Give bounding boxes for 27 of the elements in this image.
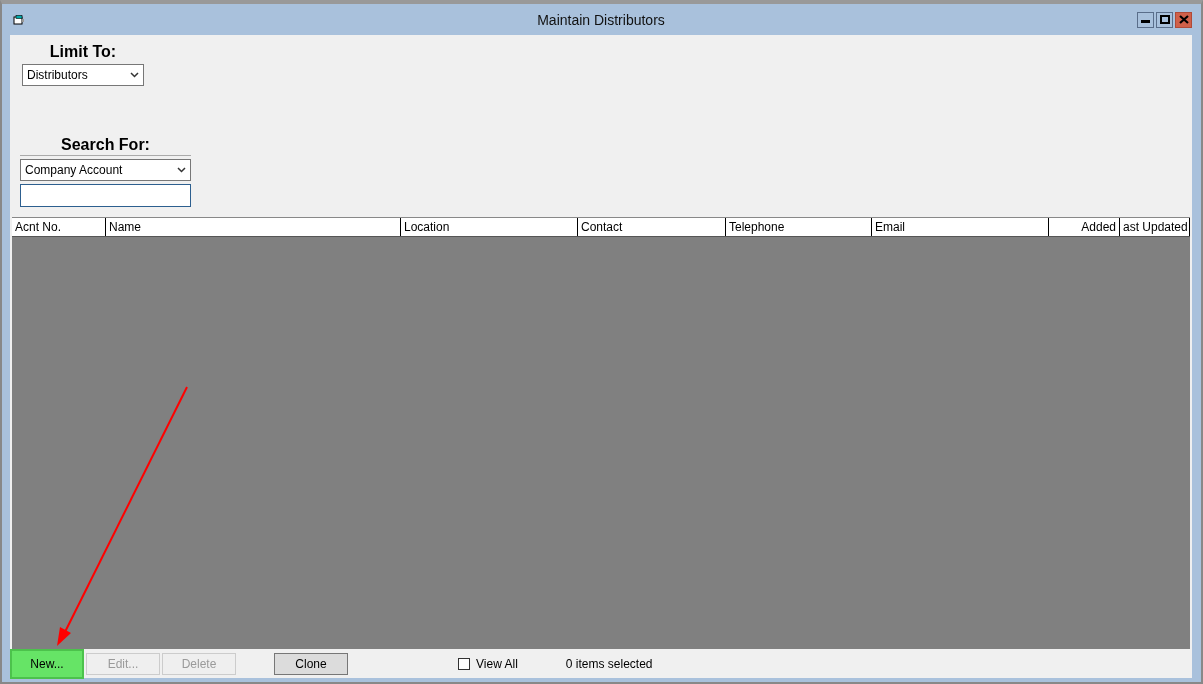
selection-status: 0 items selected [565, 656, 653, 671]
column-header[interactable]: Location [401, 218, 578, 236]
maximize-button[interactable] [1156, 11, 1173, 28]
caret-icon [130, 72, 139, 78]
search-field-dropdown[interactable]: Company Account [20, 159, 191, 181]
column-header[interactable]: Added [1049, 218, 1120, 236]
limit-to-dropdown[interactable]: Distributors [22, 64, 144, 86]
minimize-button[interactable] [1137, 11, 1154, 28]
action-button[interactable]: Clone [274, 652, 348, 675]
app-icon [13, 14, 25, 25]
column-header[interactable]: Contact [578, 218, 726, 236]
view-all-label[interactable]: View All [476, 656, 518, 671]
view-all-checkbox[interactable] [458, 657, 470, 670]
action-button[interactable]: New... [10, 648, 84, 679]
close-button[interactable] [1175, 11, 1192, 28]
column-header[interactable]: Acnt No. [12, 218, 106, 236]
limit-to-label: Limit To: [49, 43, 117, 61]
close-icon [1178, 15, 1189, 24]
column-header[interactable]: ast Updated [1120, 218, 1190, 236]
maximize-icon [1159, 15, 1170, 24]
window-title: Maintain Distributors [536, 11, 666, 28]
caret-icon [177, 167, 186, 173]
search-input[interactable] [20, 184, 191, 207]
column-header[interactable]: Email [872, 218, 1049, 236]
column-header[interactable]: Name [106, 218, 401, 236]
search-for-label: Search For: [20, 136, 191, 156]
column-header[interactable]: Telephone [726, 218, 872, 236]
